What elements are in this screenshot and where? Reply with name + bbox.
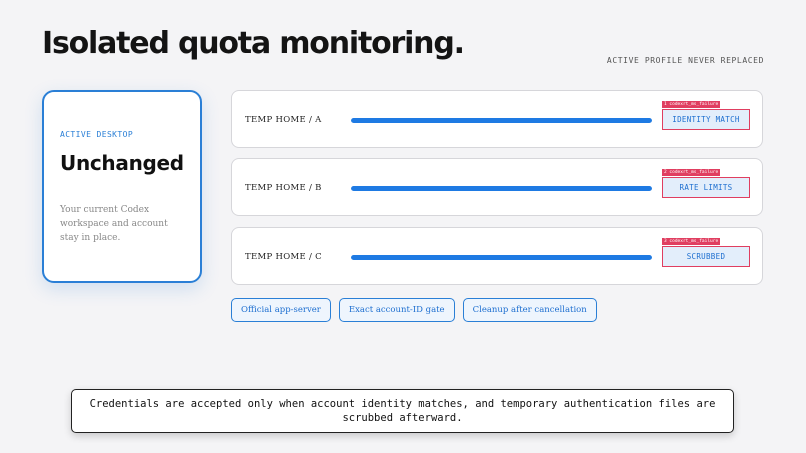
progress-fill <box>351 186 652 191</box>
temp-home-row-a: TEMP HOME / A 1 codexrt_ms_failure IDENT… <box>231 90 763 148</box>
caption-box: Credentials are accepted only when accou… <box>71 389 734 433</box>
progress-fill <box>351 118 652 123</box>
status-badge: SCRUBBED <box>662 246 750 267</box>
temp-home-row-b: TEMP HOME / B 2 codexrt_ms_failure RATE … <box>231 158 763 216</box>
row-label: TEMP HOME / C <box>245 252 322 262</box>
badge-tag: 2 codexrt_ms_failure <box>662 169 721 176</box>
temp-home-row-c: TEMP HOME / C 3 codexrt_ms_failure SCRUB… <box>231 227 763 285</box>
active-desktop-description: Your current Codex workspace and account… <box>60 205 168 243</box>
chip-exact-account-id-gate[interactable]: Exact account-ID gate <box>338 298 455 322</box>
badge-tag: 3 codexrt_ms_failure <box>662 238 721 245</box>
progress-fill <box>351 255 652 260</box>
progress-track <box>351 186 652 191</box>
progress-track <box>351 118 652 123</box>
row-label: TEMP HOME / B <box>245 183 322 193</box>
chip-cleanup-after-cancellation[interactable]: Cleanup after cancellation <box>462 298 597 322</box>
page-subtitle: ACTIVE PROFILE NEVER REPLACED <box>606 56 764 65</box>
badge-tag: 1 codexrt_ms_failure <box>662 101 721 108</box>
status-badge: RATE LIMITS <box>662 177 750 198</box>
page-title: Isolated quota monitoring. <box>42 26 465 61</box>
active-desktop-heading: Unchanged <box>60 151 184 175</box>
feature-chips: Official app-server Exact account-ID gat… <box>231 298 597 322</box>
status-badge: IDENTITY MATCH <box>662 109 750 130</box>
progress-track <box>351 255 652 260</box>
active-desktop-kicker: ACTIVE DESKTOP <box>60 130 134 139</box>
active-desktop-card: ACTIVE DESKTOP Unchanged Your current Co… <box>42 90 202 283</box>
row-label: TEMP HOME / A <box>245 115 322 125</box>
chip-official-app-server[interactable]: Official app-server <box>231 298 331 322</box>
